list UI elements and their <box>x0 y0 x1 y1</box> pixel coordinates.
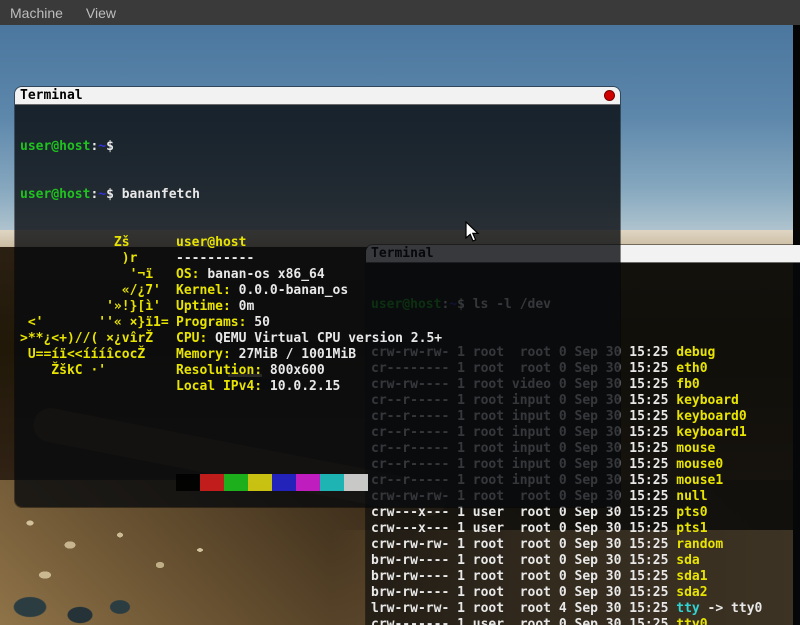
terminal-palette-normal <box>176 474 620 491</box>
close-button[interactable] <box>604 90 615 101</box>
ls-row: crw---x--- 1 user root 0 Sep 30 15:25 pt… <box>371 521 800 537</box>
terminal1-prompt-line: user@host:~$ <box>20 139 620 155</box>
ls-row: brw-rw---- 1 root root 0 Sep 30 15:25 sd… <box>371 585 800 601</box>
terminal1-title: Terminal <box>20 88 83 103</box>
fetch-line: Zšuser@host <box>20 235 620 251</box>
palette-cell <box>248 474 272 491</box>
ls-row: crw------- 1 user root 0 Sep 30 15:25 tt… <box>371 617 800 625</box>
palette-cell <box>344 474 368 491</box>
fetch-line: '»!}[ì'Uptime: 0m <box>20 299 620 315</box>
fetch-line: '¬ïOS: banan-os x86_64 <box>20 267 620 283</box>
fetch-line: Local IPv4: 10.0.2.15 <box>20 379 620 395</box>
menu-bar: Machine View <box>0 0 800 25</box>
terminal1-titlebar[interactable]: Terminal <box>15 87 620 105</box>
bananfetch-output: Zšuser@host )r---------- '¬ïOS: banan-os… <box>20 235 620 395</box>
palette-cell <box>272 474 296 491</box>
terminal1-command-line: user@host:~$bananfetch <box>20 187 620 203</box>
ls-row: crw-rw-rw- 1 root root 0 Sep 30 15:25 ra… <box>371 537 800 553</box>
terminal1-content[interactable]: user@host:~$ user@host:~$bananfetch Zšus… <box>15 105 620 507</box>
fetch-line: >**¿<+)//( ×¿vîrŽCPU: QEMU Virtual CPU v… <box>20 331 620 347</box>
terminal-window-fetch: Terminal user@host:~$ user@host:~$bananf… <box>15 87 620 507</box>
fetch-line: ŽškC ·'Resolution: 800x600 <box>20 363 620 379</box>
fetch-line: )r---------- <box>20 251 620 267</box>
fetch-line: U==íï<<íííîcocŽMemory: 27MiB / 1001MiB <box>20 347 620 363</box>
vm-display: Terminal user@host:~$ls -l /dev crw-rw-r… <box>0 25 800 625</box>
fetch-line: <' ''« ×}ï1=Programs: 50 <box>20 315 620 331</box>
mouse-cursor <box>465 221 480 243</box>
ls-row: crw---x--- 1 user root 0 Sep 30 15:25 pt… <box>371 505 800 521</box>
palette-cell <box>320 474 344 491</box>
ls-row: brw-rw---- 1 root root 0 Sep 30 15:25 sd… <box>371 569 800 585</box>
desert-dark-rocks <box>0 577 150 625</box>
terminal1-command: bananfetch <box>122 187 200 202</box>
menu-item-machine[interactable]: Machine <box>10 5 63 21</box>
ls-row: brw-rw---- 1 root root 0 Sep 30 15:25 sd… <box>371 553 800 569</box>
palette-cell <box>200 474 224 491</box>
fetch-line: «/¿7'Kernel: 0.0.0-banan_os <box>20 283 620 299</box>
palette-cell <box>224 474 248 491</box>
palette-cell <box>176 474 200 491</box>
ls-row: lrw-rw-rw- 1 root root 4 Sep 30 15:25 tt… <box>371 601 800 617</box>
palette-cell <box>296 474 320 491</box>
menu-item-view[interactable]: View <box>86 5 116 21</box>
